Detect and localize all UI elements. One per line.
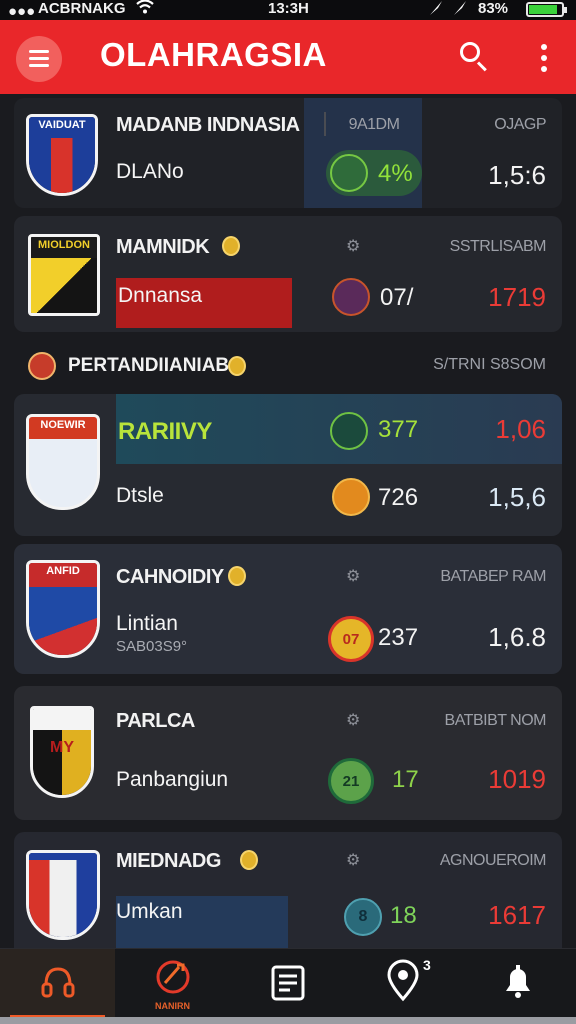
score-icon [330, 154, 368, 192]
match-card[interactable]: VAIDUAT MADANB INDNASIA 9A1DM OJAGP DLAN… [14, 98, 562, 208]
search-button[interactable] [456, 38, 492, 74]
match-odds: 1719 [488, 282, 546, 312]
match-card[interactable]: MIOLDON MAMNIDK ⚙ SSTRLISABM Dnnansa 07/… [14, 216, 562, 332]
match-meta-right: AGNOUEROIM [439, 852, 547, 869]
match-score: 237 [378, 624, 419, 651]
nav-item-news[interactable] [230, 949, 345, 1019]
app-title: OLAHRAGSIA [100, 36, 327, 73]
match-card[interactable]: ANFID CAHNOIDIY ⚙ BATABEP RAM Lintian SA… [14, 544, 562, 674]
notification-badge: 3 [423, 957, 431, 973]
match-card[interactable]: MIEDNADG ⚙ AGNOUEROIM Umkan 8 18 1617 [14, 832, 562, 948]
status-time: 13:3H [268, 0, 309, 17]
location-arrow-icon [428, 0, 472, 21]
opponent-name: Panbangiun [116, 768, 229, 791]
wifi-icon [136, 0, 154, 19]
section-meta: S/TRNI S8SOM [433, 356, 546, 373]
match-odds: 1,06 [495, 414, 546, 444]
nav-item-location[interactable]: 3 [345, 949, 460, 1019]
section-header: PERTANDIIANIAB S/TRNI S8SOM [0, 344, 576, 388]
settings-icon[interactable]: ⚙ [346, 236, 360, 256]
section-title: PERTANDIIANIAB [68, 355, 230, 376]
news-icon [268, 963, 308, 1008]
team-name: CAHNOIDIY [116, 566, 224, 588]
home-indicator [0, 1017, 576, 1024]
score-icon [330, 412, 368, 450]
opponent-subtitle: SAB03S9° [116, 638, 188, 655]
team-crest: ANFID [26, 560, 100, 658]
team-crest: MY [30, 706, 94, 798]
opponent-name: Dtsle [116, 484, 164, 507]
live-score-icon [153, 957, 193, 1002]
trophy-icon [240, 850, 258, 870]
opponent-name: Dnnansa [118, 284, 203, 307]
score-icon [332, 478, 370, 516]
league-icon [28, 352, 56, 380]
battery-percent: 83% [478, 0, 509, 17]
match-score: 07/ [380, 284, 414, 311]
status-bar: ●●● ACBRNAKG 13:3H 83% [0, 0, 576, 20]
match-meta-right: BATABEP RAM [440, 568, 546, 585]
settings-icon[interactable]: ⚙ [346, 566, 360, 586]
bottom-navigation: NANIRN 3 [0, 948, 576, 1024]
match-meta-right: BATBIBT NOM [444, 712, 547, 729]
trophy-icon [222, 236, 240, 256]
match-score: 18 [390, 902, 417, 929]
menu-button[interactable] [16, 36, 62, 82]
match-card[interactable]: NOEWIR RARIIVY 377 1,06 Dtsle 726 1,5,6 [14, 394, 562, 536]
team-crest [26, 850, 100, 940]
headset-icon [38, 963, 78, 1008]
score-icon [332, 278, 370, 316]
match-score: 4% [378, 160, 413, 187]
nav-item-live[interactable]: NANIRN [115, 949, 230, 1019]
more-options-button[interactable] [532, 40, 556, 76]
team-name: MIEDNADG [116, 850, 221, 872]
score-icon: 8 [344, 898, 382, 936]
match-meta-right: OJAGP [494, 116, 546, 133]
team-crest: VAIDUAT [26, 114, 98, 196]
settings-icon[interactable]: ⚙ [346, 850, 360, 870]
trophy-icon [228, 356, 246, 376]
score-icon: 07 [328, 616, 374, 662]
bell-icon [498, 961, 538, 1006]
match-meta: 9A1DM [348, 116, 400, 133]
match-card[interactable]: MY PARLCA ⚙ BATBIBT NOM Panbangiun 21 17… [14, 686, 562, 820]
match-odds: 1617 [488, 900, 546, 930]
opponent-name: DLANo [116, 160, 184, 183]
search-icon [460, 42, 480, 62]
carrier-name: ACBRNAKG [38, 0, 126, 17]
match-score: 17 [392, 766, 419, 793]
location-icon [383, 959, 423, 1008]
match-odds: 1,5,6 [488, 482, 546, 512]
opponent-name: Lintian [116, 612, 178, 635]
nav-label: NANIRN [155, 1001, 190, 1011]
match-score: 726 [378, 484, 419, 511]
battery-icon [526, 2, 567, 17]
opponent-name: Umkan [116, 900, 183, 923]
team-name: PARLCA [116, 710, 195, 732]
match-odds: 1019 [488, 764, 546, 794]
match-odds: 1,6.8 [488, 622, 546, 652]
nav-item-home[interactable] [0, 949, 115, 1019]
team-name: RARIIVY [118, 418, 212, 445]
team-name: MADANB INDNASIA [116, 114, 300, 136]
match-score: 377 [378, 416, 419, 443]
team-crest: NOEWIR [26, 414, 100, 510]
app-bar: OLAHRAGSIA [0, 20, 576, 94]
settings-icon[interactable]: ⚙ [346, 710, 360, 730]
team-crest: MIOLDON [28, 234, 100, 316]
match-odds: 1,5:6 [488, 160, 546, 190]
nav-item-alerts[interactable] [460, 949, 575, 1019]
team-name: MAMNIDK [116, 236, 210, 258]
signal-icon: ●●● [8, 3, 36, 20]
trophy-icon [228, 566, 246, 586]
match-meta-right: SSTRLISABM [449, 238, 547, 255]
score-icon: 21 [328, 758, 374, 804]
